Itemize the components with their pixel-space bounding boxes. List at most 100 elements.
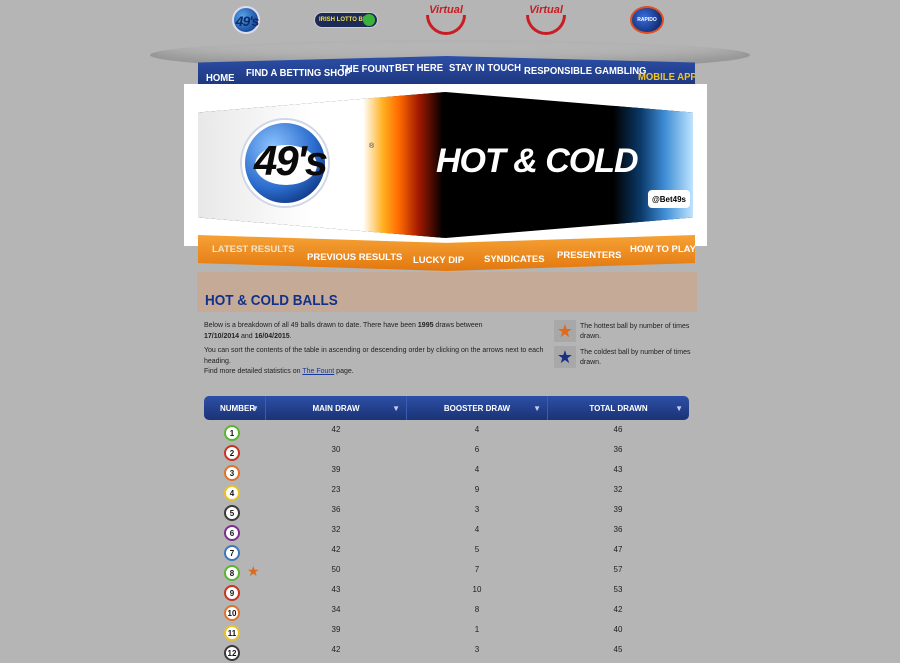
ball-icon (363, 14, 375, 26)
sort-arrow-icon[interactable]: ▼ (675, 404, 683, 413)
header-number[interactable]: NUMBER ▼ (204, 396, 266, 420)
logo-49s-text: 49's (235, 13, 260, 29)
main-draw-cell: 39 (331, 625, 341, 634)
total-drawn-cell: 53 (613, 585, 623, 594)
nav-home[interactable]: HOME (206, 73, 235, 85)
content-area: HOT & COLD BALLS Below is a breakdown of… (197, 272, 697, 663)
banner-headline: HOT & COLD (436, 142, 639, 180)
header-main-draw[interactable]: MAIN DRAW ▼ (266, 396, 407, 420)
table-row: 3 39 4 43 (204, 462, 689, 482)
legend-cold: ★ The coldest ball by number of times dr… (554, 346, 694, 368)
header-total-drawn-label: TOTAL DRAWN (589, 403, 648, 413)
ball-number-icon: 6 (224, 525, 240, 541)
flame-graphic (363, 92, 443, 238)
ball-number-icon: 12 (224, 645, 240, 661)
nav-find-betting-shop[interactable]: FIND A BETTING SHOP (246, 68, 351, 80)
sort-arrow-icon[interactable]: ▼ (251, 404, 259, 413)
header-total-drawn[interactable]: TOTAL DRAWN ▼ (548, 396, 689, 420)
main-draw-cell: 34 (331, 605, 341, 614)
logo-49s[interactable]: 49's (226, 6, 268, 36)
intro-text-b: draws between (433, 322, 483, 329)
logo-rapido[interactable]: RAPIDO (630, 6, 664, 34)
booster-draw-cell: 8 (474, 605, 480, 614)
ball-number-icon: 3 (224, 465, 240, 481)
main-draw-cell: 32 (331, 525, 341, 534)
total-drawn-cell: 43 (613, 465, 623, 474)
hero-banner: 49's ® HOT & COLD @Bet49s (184, 84, 707, 246)
table-row: 2 30 6 36 (204, 442, 689, 462)
main-draw-cell: 42 (331, 645, 341, 654)
subnav-how-to-play[interactable]: HOW TO PLAY (630, 244, 695, 255)
total-drawn-cell: 42 (613, 605, 623, 614)
booster-draw-cell: 10 (472, 585, 482, 594)
table-row: 8 ★ 50 7 57 (204, 562, 689, 582)
main-draw-cell: 42 (331, 545, 341, 554)
more-text-b: page. (334, 368, 354, 375)
booster-draw-cell: 5 (474, 545, 480, 554)
logo-virtual-greyhound-racing[interactable]: Virtual (522, 4, 570, 36)
header-main-draw-label: MAIN DRAW (312, 403, 360, 413)
main-draw-cell: 43 (331, 585, 341, 594)
subnav-latest-results[interactable]: LATEST RESULTS (212, 244, 295, 255)
intro-text-a: Below is a breakdown of all 49 balls dra… (204, 322, 418, 329)
date-from: 17/10/2014 (204, 332, 240, 340)
nav-bet-here[interactable]: BET HERE (395, 63, 443, 75)
date-to: 16/04/2015 (254, 332, 290, 340)
table-row: 12 42 3 45 (204, 642, 689, 662)
ball-number-icon: 2 (224, 445, 240, 461)
main-draw-cell: 39 (331, 465, 341, 474)
booster-draw-cell: 1 (474, 625, 480, 634)
ball-number-icon: 7 (224, 545, 240, 561)
total-drawn-cell: 46 (613, 425, 623, 434)
table-row: 6 32 4 36 (204, 522, 689, 542)
subnav-presenters[interactable]: PRESENTERS (557, 250, 621, 261)
total-drawn-cell: 57 (613, 565, 623, 574)
booster-draw-cell: 4 (474, 465, 480, 474)
table-row: 11 39 1 40 (204, 622, 689, 642)
the-fount-link[interactable]: The Fount (302, 368, 334, 375)
hot-star-icon: ★ (554, 320, 576, 342)
ball-number-icon: 11 (224, 625, 240, 641)
arc-icon (526, 15, 566, 35)
subnav-syndicates[interactable]: SYNDICATES (484, 254, 545, 265)
intro-text-d: . (289, 332, 292, 340)
booster-draw-cell: 7 (474, 565, 480, 574)
total-drawn-cell: 47 (613, 545, 623, 554)
logo-virtual-horse-racing[interactable]: Virtual (422, 4, 470, 36)
ball-number-icon: 1 (224, 425, 240, 441)
more-text-a: Find more detailed statistics on (204, 368, 303, 375)
nav-mobile-app[interactable]: MOBILE APP (638, 72, 695, 84)
subnav-previous-results[interactable]: PREVIOUS RESULTS (307, 252, 402, 263)
main-draw-cell: 36 (331, 505, 341, 514)
banner-art: 49's ® HOT & COLD @Bet49s (198, 92, 693, 238)
legend-cold-text: The coldest ball by number of times draw… (580, 349, 691, 366)
total-drawn-cell: 36 (613, 525, 623, 534)
sort-arrow-icon[interactable]: ▼ (533, 404, 541, 413)
nav-stay-in-touch[interactable]: STAY IN TOUCH (449, 63, 521, 75)
ball-number-icon: 10 (224, 605, 240, 621)
logo-irish-lotto-bet[interactable]: IRISH LOTTO BET (314, 12, 378, 28)
cold-star-icon: ★ (554, 346, 576, 368)
main-draw-cell: 50 (331, 565, 341, 574)
main-draw-cell: 23 (331, 485, 341, 494)
table-row: 7 42 5 47 (204, 542, 689, 562)
booster-draw-cell: 3 (474, 645, 480, 654)
header-booster-draw-label: BOOSTER DRAW (443, 403, 511, 413)
table-row: 4 23 9 32 (204, 482, 689, 502)
booster-draw-cell: 9 (474, 485, 480, 494)
total-drawn-cell: 39 (613, 505, 623, 514)
nav-responsible-gambling[interactable]: RESPONSIBLE GAMBLING (524, 66, 646, 78)
booster-draw-cell: 4 (474, 425, 480, 434)
nav-the-fount[interactable]: THE FOUNT (340, 64, 394, 76)
total-drawn-cell: 45 (613, 645, 623, 654)
header-number-label: NUMBER (220, 403, 256, 413)
subnav-lucky-dip[interactable]: LUCKY DIP (413, 255, 464, 266)
registered-mark: ® (369, 143, 375, 150)
sort-arrow-icon[interactable]: ▼ (392, 404, 400, 413)
ball-number-icon: 5 (224, 505, 240, 521)
ball-number-icon: 4 (224, 485, 240, 501)
header-booster-draw[interactable]: BOOSTER DRAW ▼ (407, 396, 548, 420)
ball-number-icon: 9 (224, 585, 240, 601)
booster-draw-cell: 6 (474, 445, 480, 454)
intro-text: Below is a breakdown of all 49 balls dra… (204, 321, 549, 382)
